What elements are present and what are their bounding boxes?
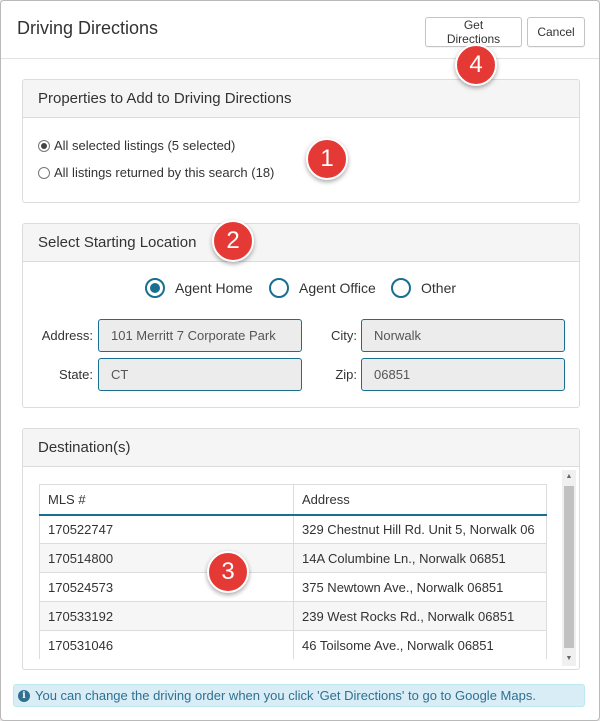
radio-label: Other xyxy=(421,280,457,296)
properties-panel-heading: Properties to Add to Driving Directions xyxy=(23,80,579,118)
radio-button[interactable] xyxy=(391,278,411,298)
mls-cell: 170531046 xyxy=(39,630,294,659)
radio-label: Agent Home xyxy=(175,280,253,296)
table-header-row: MLS # Address xyxy=(39,484,547,516)
get-directions-button[interactable]: Get Directions xyxy=(425,17,522,47)
address-cell: 14A Columbine Ln., Norwalk 06851 xyxy=(293,543,547,573)
radio-button[interactable] xyxy=(38,139,50,152)
modal-header: Driving Directions Get Directions Cancel xyxy=(1,1,599,59)
mls-cell: 170522747 xyxy=(39,514,294,544)
zip-label: Zip: xyxy=(335,367,357,382)
radio-label: Agent Office xyxy=(299,280,376,296)
scroll-thumb[interactable] xyxy=(564,486,574,648)
starting-location-panel: Select Starting Location Agent Home Agen… xyxy=(22,223,580,408)
mls-cell: 170524573 xyxy=(39,572,294,602)
mls-cell: 170514800 xyxy=(39,543,294,573)
radio-label: All listings returned by this search (18… xyxy=(54,165,275,180)
radio-other[interactable]: Other xyxy=(391,278,456,298)
destinations-table: MLS # Address 170522747 329 Chestnut Hil… xyxy=(39,484,547,659)
driving-directions-modal: Driving Directions Get Directions Cancel… xyxy=(0,0,600,721)
annotation-badge-2: 2 xyxy=(212,220,254,262)
destinations-heading: Destination(s) xyxy=(23,429,579,467)
radio-button[interactable] xyxy=(145,278,165,298)
address-cell: 46 Toilsome Ave., Norwalk 06851 xyxy=(293,630,547,659)
address-cell: 329 Chestnut Hill Rd. Unit 5, Norwalk 06 xyxy=(293,514,547,544)
state-label: State: xyxy=(59,367,93,382)
annotation-badge-1: 1 xyxy=(306,138,348,180)
radio-button[interactable] xyxy=(38,166,50,179)
modal-title: Driving Directions xyxy=(17,18,159,38)
zip-field[interactable]: 06851 xyxy=(361,358,565,391)
address-label: Address: xyxy=(41,328,93,343)
radio-all-selected-listings[interactable]: All selected listings (5 selected) xyxy=(38,138,235,153)
radio-agent-home[interactable]: Agent Home xyxy=(145,278,253,298)
info-icon: i xyxy=(18,689,30,702)
column-header-mls[interactable]: MLS # xyxy=(39,484,294,516)
column-header-address[interactable]: Address xyxy=(293,484,547,516)
address-field[interactable]: 101 Merritt 7 Corporate Park xyxy=(98,319,302,352)
destinations-panel: Destination(s) MLS # Address 170522747 3… xyxy=(22,428,580,670)
radio-button[interactable] xyxy=(269,278,289,298)
address-cell: 375 Newtown Ave., Norwalk 06851 xyxy=(293,572,547,602)
starting-location-heading: Select Starting Location xyxy=(23,224,579,262)
vertical-scrollbar[interactable]: ▲ ▼ xyxy=(562,470,576,666)
cancel-button[interactable]: Cancel xyxy=(527,17,585,47)
radio-agent-office[interactable]: Agent Office xyxy=(269,278,376,298)
info-text: You can change the driving order when yo… xyxy=(35,688,536,703)
annotation-badge-3: 3 xyxy=(207,551,249,593)
city-label: City: xyxy=(331,328,357,343)
mls-cell: 170533192 xyxy=(39,601,294,631)
scroll-down-arrow-icon[interactable]: ▼ xyxy=(562,652,576,666)
table-row[interactable]: 170533192 239 West Rocks Rd., Norwalk 06… xyxy=(39,601,547,631)
table-row[interactable]: 170531046 46 Toilsome Ave., Norwalk 0685… xyxy=(39,630,547,659)
radio-label: All selected listings (5 selected) xyxy=(54,138,236,153)
destinations-table-wrap: MLS # Address 170522747 329 Chestnut Hil… xyxy=(39,484,547,659)
radio-all-listings-search[interactable]: All listings returned by this search (18… xyxy=(38,165,274,180)
table-row[interactable]: 170514800 14A Columbine Ln., Norwalk 068… xyxy=(39,543,547,573)
info-message: i You can change the driving order when … xyxy=(13,684,585,707)
properties-panel: Properties to Add to Driving Directions … xyxy=(22,79,580,203)
city-field[interactable]: Norwalk xyxy=(361,319,565,352)
state-field[interactable]: CT xyxy=(98,358,302,391)
table-row[interactable]: 170522747 329 Chestnut Hill Rd. Unit 5, … xyxy=(39,514,547,544)
annotation-badge-4: 4 xyxy=(455,44,497,86)
table-row[interactable]: 170524573 375 Newtown Ave., Norwalk 0685… xyxy=(39,572,547,602)
scroll-up-arrow-icon[interactable]: ▲ xyxy=(562,470,576,484)
address-cell: 239 West Rocks Rd., Norwalk 06851 xyxy=(293,601,547,631)
